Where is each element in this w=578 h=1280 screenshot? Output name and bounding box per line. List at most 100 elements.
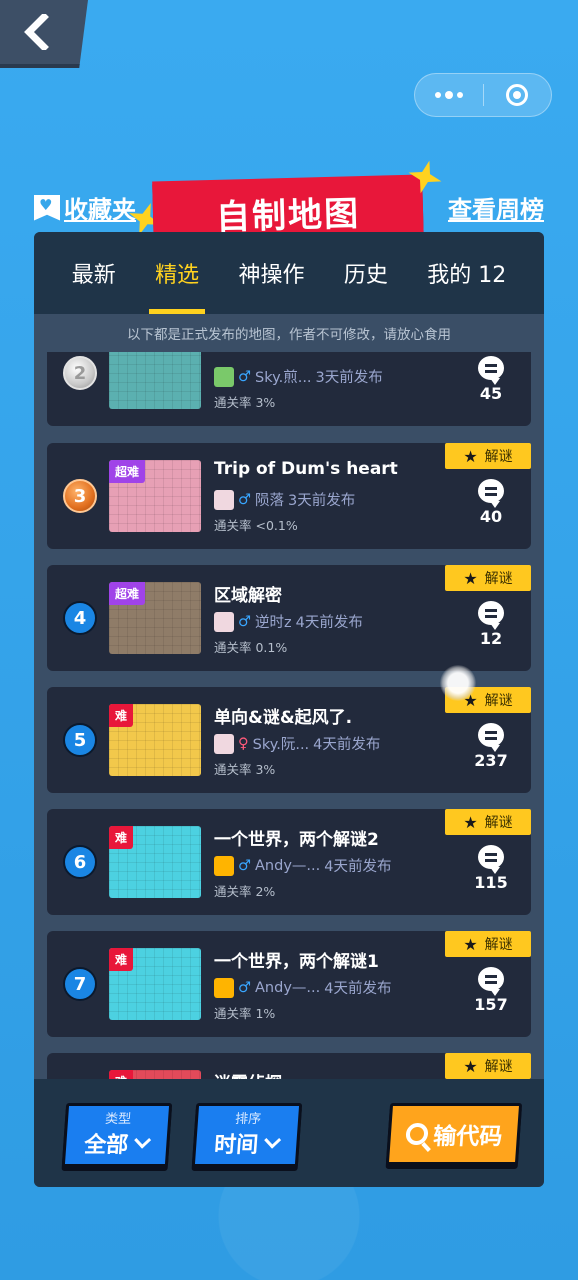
type-filter-label: 类型 <box>104 1112 132 1127</box>
comment-icon <box>478 479 504 508</box>
author-line: ♂ Andy—... 4天前发布 <box>214 977 391 998</box>
pass-rate: 通关率 3% <box>214 395 276 410</box>
enter-code-button[interactable]: 输代码 <box>385 1103 523 1165</box>
publish-time: 4天前发布 <box>324 859 392 875</box>
list-item[interactable]: 6 难 一个世界，两个解谜2 ♂ Andy—... 4天前发布 通关率 2% 1… <box>47 809 531 915</box>
map-title: 单向&谜&起风了. <box>214 708 353 728</box>
list-item[interactable]: 4 超难 区域解密 ♂ 逆时z 4天前发布 通关率 0.1% 12 ★ 解谜 <box>47 565 531 671</box>
gender-male-icon: ♂ <box>238 857 251 874</box>
tag-label: 解谜 <box>484 693 513 709</box>
weekly-ranking-link[interactable]: 查看周榜 <box>448 190 544 225</box>
comment-number: 45 <box>479 384 503 403</box>
tag-label: 解谜 <box>484 937 513 953</box>
more-icon[interactable] <box>415 91 483 99</box>
sort-value: 时间 <box>213 1133 260 1158</box>
chevron-down-icon <box>134 1131 152 1149</box>
map-thumbnail: 难 <box>109 948 201 1020</box>
comment-icon <box>478 723 504 752</box>
difficulty-badge: 难 <box>109 826 134 849</box>
map-thumbnail: 难 <box>109 704 201 776</box>
tag-label: 解谜 <box>484 571 513 587</box>
category-tag: ★ 解谜 <box>445 565 531 591</box>
map-list-panel: 最新 精选 神操作 历史 我的 12 以下都是正式发布的地图，作者不可修改，请放… <box>34 232 544 1187</box>
map-thumbnail: 难 <box>109 1070 201 1079</box>
gender-female-icon: ♀ <box>238 735 249 752</box>
comment-count[interactable]: 12 <box>471 601 511 648</box>
chevron-left-icon <box>24 14 49 50</box>
author-line: ♂ Andy—... 4天前发布 <box>214 855 391 876</box>
list-item[interactable]: 难 迷雾侦探 ★ 解谜 <box>47 1053 531 1079</box>
publish-time: 4天前发布 <box>295 615 363 631</box>
author-name: Andy—... <box>255 979 321 996</box>
map-title: 区域解密 <box>214 586 282 606</box>
map-thumbnail: 超难 <box>109 582 201 654</box>
type-filter-button[interactable]: 类型 全部 <box>61 1103 173 1167</box>
favorites-link[interactable]: 收藏夹 <box>34 190 136 225</box>
avatar <box>214 977 234 998</box>
pass-rate: 通关率 0.1% <box>214 640 288 655</box>
author-name: Sky.阮... <box>252 737 310 753</box>
gender-male-icon: ♂ <box>238 613 251 630</box>
tag-label: 解谜 <box>484 1059 513 1075</box>
back-button[interactable] <box>0 0 88 68</box>
comment-count[interactable]: 237 <box>471 723 511 770</box>
category-tag: ★ 解谜 <box>445 931 531 957</box>
author-name: Sky.煎... <box>255 370 312 386</box>
sort-button[interactable]: 排序 时间 <box>191 1103 303 1167</box>
comment-count[interactable]: 45 <box>471 356 511 403</box>
map-title: 一个世界，两个解谜2 <box>214 830 379 850</box>
page-title-text: 自制地图 <box>215 193 361 238</box>
avatar <box>214 366 234 387</box>
tab-bar: 最新 精选 神操作 历史 我的 12 <box>34 232 544 314</box>
tab-featured[interactable]: 精选 <box>149 232 206 314</box>
map-list[interactable]: 2 ♂ Sky.煎... 3天前发布 通关率 3% 45 3 超难 Trip o… <box>34 352 544 1079</box>
difficulty-badge: 难 <box>109 1070 134 1079</box>
tag-label: 解谜 <box>484 815 513 831</box>
gender-male-icon: ♂ <box>238 979 251 996</box>
gender-male-icon: ♂ <box>238 491 251 508</box>
comment-number: 157 <box>474 995 508 1014</box>
close-miniprogram-icon[interactable] <box>484 84 552 106</box>
map-thumbnail: 难 <box>109 826 201 898</box>
tab-mine[interactable]: 我的 12 <box>427 232 506 314</box>
pass-rate: 通关率 3% <box>214 762 276 777</box>
rank-medal-bronze: 3 <box>63 479 97 513</box>
list-item[interactable]: 2 ♂ Sky.煎... 3天前发布 通关率 3% 45 <box>47 352 531 426</box>
star-icon: ★ <box>463 568 478 588</box>
search-icon <box>404 1123 429 1145</box>
comment-count[interactable]: 157 <box>471 967 511 1014</box>
star-icon: ★ <box>463 446 478 466</box>
comment-number: 40 <box>479 507 503 526</box>
list-item[interactable]: 7 难 一个世界，两个解谜1 ♂ Andy—... 4天前发布 通关率 1% 1… <box>47 931 531 1037</box>
type-filter-value: 全部 <box>83 1133 130 1158</box>
pass-rate: 通关率 2% <box>214 884 276 899</box>
difficulty-badge: 超难 <box>109 582 146 605</box>
author-name: 陨落 <box>255 493 284 509</box>
star-icon: ★ <box>463 934 478 954</box>
comment-icon <box>478 845 504 874</box>
map-title: 迷雾侦探 <box>214 1069 282 1079</box>
rank-number: 4 <box>63 601 97 635</box>
category-tag: ★ 解谜 <box>445 443 531 469</box>
author-line: ♂ Sky.煎... 3天前发布 <box>214 366 383 387</box>
author-line: ♂ 陨落 3天前发布 <box>214 489 355 510</box>
map-title: 一个世界，两个解谜1 <box>214 952 379 972</box>
comment-icon <box>478 967 504 996</box>
tab-tricks[interactable]: 神操作 <box>238 232 304 314</box>
favorites-label: 收藏夹 <box>64 196 136 224</box>
tab-history[interactable]: 历史 <box>344 232 388 314</box>
tag-label: 解谜 <box>484 449 513 465</box>
comment-count[interactable]: 115 <box>471 845 511 892</box>
chevron-down-icon <box>264 1131 282 1149</box>
publish-time: 3天前发布 <box>315 370 383 386</box>
map-thumbnail <box>109 352 201 409</box>
comment-icon <box>478 356 504 385</box>
bookmark-heart-icon <box>34 194 60 221</box>
gender-male-icon: ♂ <box>238 368 251 385</box>
list-item[interactable]: 3 超难 Trip of Dum's heart ♂ 陨落 3天前发布 通关率 … <box>47 443 531 549</box>
tab-latest[interactable]: 最新 <box>72 232 116 314</box>
list-item[interactable]: 5 难 单向&谜&起风了. ♀ Sky.阮... 4天前发布 通关率 3% 23… <box>47 687 531 793</box>
author-name: 逆时z <box>255 615 292 631</box>
comment-count[interactable]: 40 <box>471 479 511 526</box>
comment-number: 237 <box>474 751 508 770</box>
